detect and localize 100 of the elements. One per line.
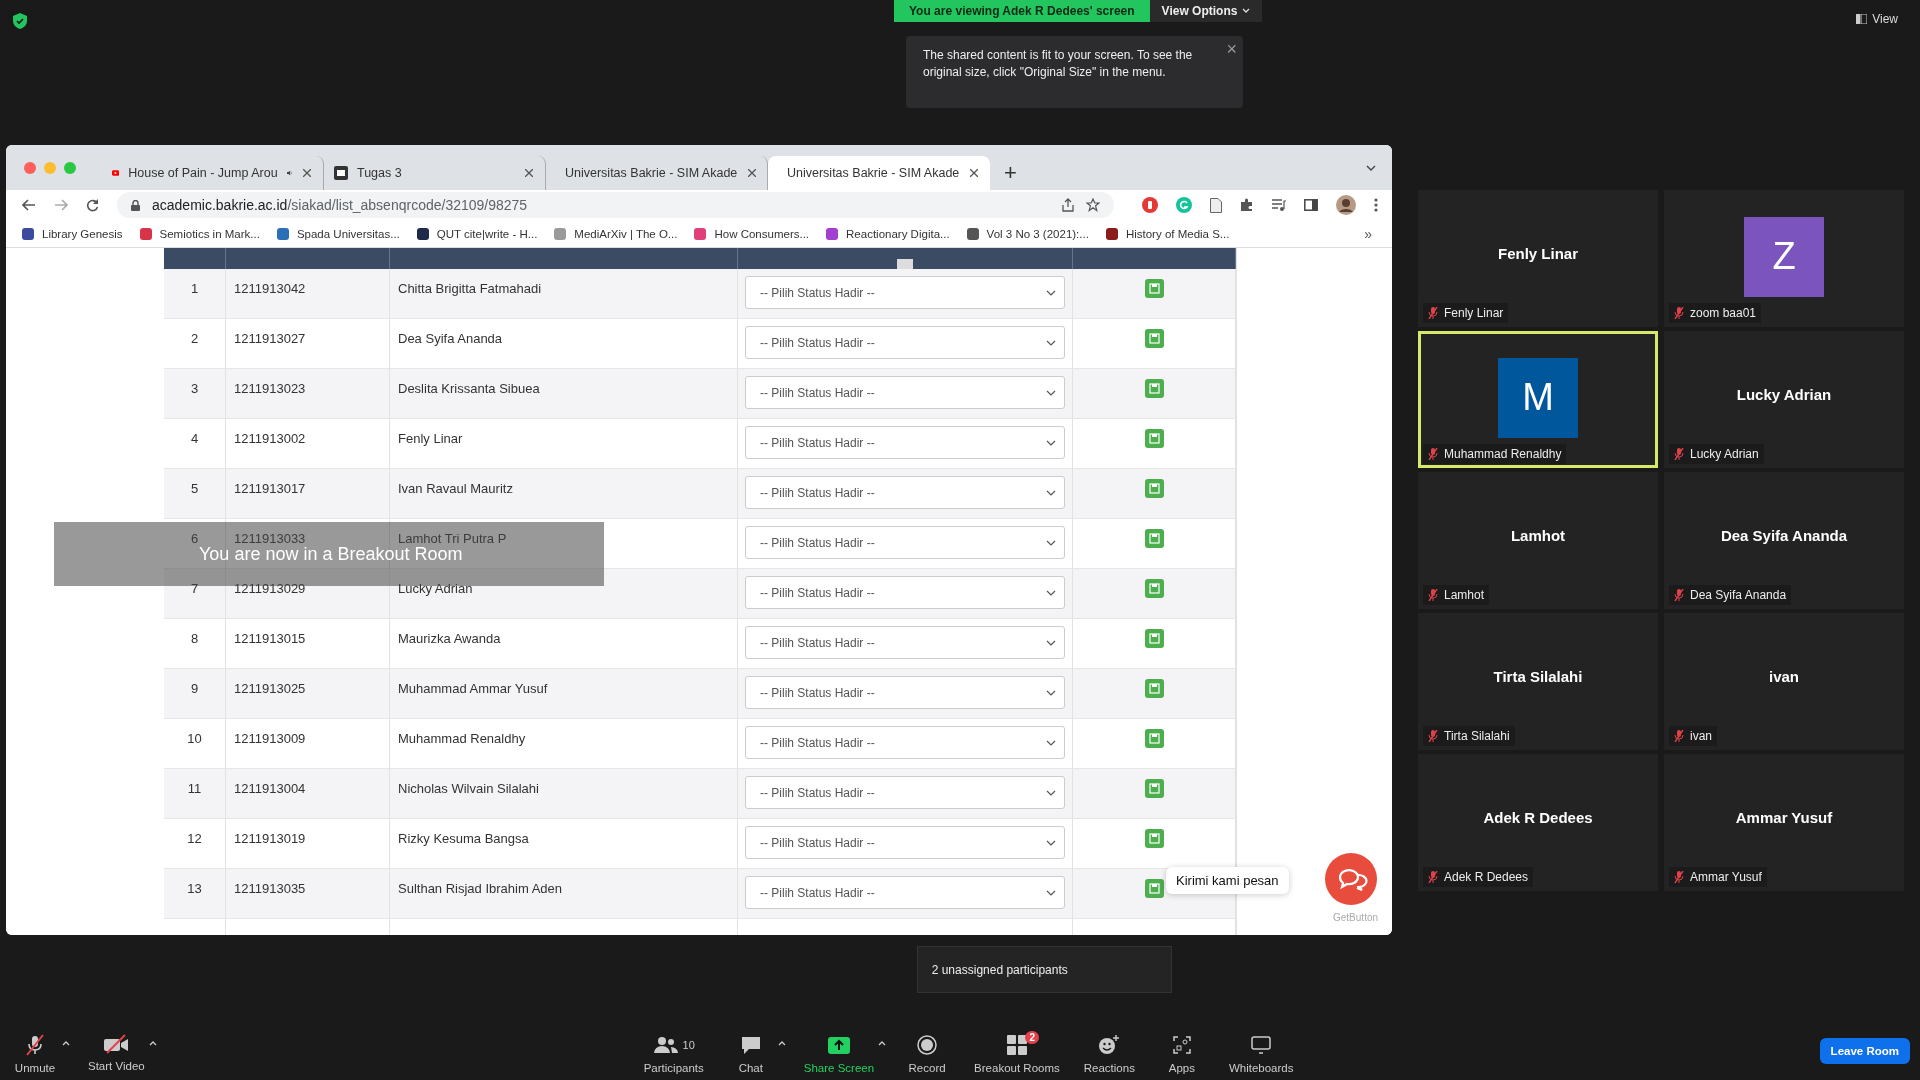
speaker-icon[interactable] bbox=[286, 168, 292, 178]
view-button[interactable]: View bbox=[1850, 11, 1904, 27]
camera-off-icon bbox=[103, 1034, 130, 1054]
toolbar-button[interactable]: Record bbox=[892, 1030, 963, 1074]
bookmark[interactable]: Library Genesis bbox=[22, 227, 123, 240]
status-dropdown[interactable]: -- Pilih Status Hadir -- bbox=[745, 476, 1065, 509]
participant-name: ivan bbox=[1769, 668, 1799, 685]
status-dropdown[interactable]: -- Pilih Status Hadir -- bbox=[745, 676, 1065, 709]
close-tab-button[interactable] bbox=[968, 167, 981, 179]
page-icon[interactable] bbox=[1210, 197, 1222, 213]
status-dropdown[interactable]: -- Pilih Status Hadir -- bbox=[745, 376, 1065, 409]
close-button[interactable]: × bbox=[1226, 39, 1237, 60]
puzzle-icon[interactable] bbox=[1240, 198, 1254, 212]
caret-up-icon[interactable] bbox=[148, 1040, 157, 1046]
lock-icon bbox=[131, 199, 140, 211]
toolbar-button[interactable]: Whiteboards bbox=[1216, 1030, 1306, 1074]
save-icon[interactable] bbox=[1144, 829, 1164, 848]
browser-tab[interactable]: House of Pain - Jump Arou bbox=[102, 156, 324, 190]
toolbar-button[interactable]: 2 Breakout Rooms bbox=[962, 1030, 1072, 1074]
caret-up-icon[interactable] bbox=[777, 1040, 786, 1046]
video-tile[interactable]: ivan ivan bbox=[1664, 613, 1904, 750]
more-bookmarks-button[interactable]: » bbox=[1358, 224, 1378, 243]
save-icon[interactable] bbox=[1144, 679, 1164, 698]
bookmark[interactable]: Vol 3 No 3 (2021):... bbox=[966, 227, 1089, 240]
save-icon[interactable] bbox=[1144, 329, 1164, 348]
status-dropdown[interactable]: -- Pilih Status Hadir -- bbox=[745, 776, 1065, 809]
status-dropdown[interactable]: -- Pilih Status Hadir -- bbox=[745, 276, 1065, 309]
bookmark[interactable]: History of Media S... bbox=[1105, 227, 1230, 240]
toolbar-button[interactable]: Apps bbox=[1146, 1030, 1217, 1074]
profile-avatar[interactable] bbox=[1336, 195, 1356, 215]
status-dropdown[interactable]: -- Pilih Status Hadir -- bbox=[745, 876, 1065, 909]
status-dropdown[interactable]: -- Pilih Status Hadir -- bbox=[745, 726, 1065, 759]
save-icon[interactable] bbox=[1144, 579, 1164, 598]
save-icon[interactable] bbox=[1144, 379, 1164, 398]
video-tile[interactable]: Adek R Dedees Adek R Dedees bbox=[1418, 754, 1658, 891]
toolbar-button[interactable]: Unmute bbox=[0, 1030, 70, 1074]
label-text: ivan bbox=[1690, 729, 1712, 743]
save-icon[interactable] bbox=[1144, 529, 1164, 548]
bookmark[interactable]: QUT cite|write - H... bbox=[416, 227, 538, 240]
more-icon[interactable] bbox=[1374, 198, 1378, 212]
video-tile[interactable]: Tirta Silalahi Tirta Silalahi bbox=[1418, 613, 1658, 750]
chat-bubbles-button[interactable] bbox=[1325, 853, 1377, 905]
new-tab-button[interactable]: + bbox=[990, 156, 1031, 190]
share-icon[interactable] bbox=[1062, 198, 1074, 212]
bookmark[interactable]: MediArXiv | The O... bbox=[554, 227, 678, 240]
save-icon[interactable] bbox=[1144, 629, 1164, 648]
close-tab-button[interactable] bbox=[746, 167, 759, 179]
save-icon[interactable] bbox=[1144, 279, 1164, 298]
caret-up-icon[interactable] bbox=[62, 1040, 70, 1046]
toolbar-button[interactable]: Chat bbox=[715, 1030, 786, 1074]
tab-title: Universitas Bakrie - SIM Akade bbox=[787, 166, 960, 180]
star-icon[interactable] bbox=[1086, 198, 1100, 212]
video-tile[interactable]: Ammar Yusuf Ammar Yusuf bbox=[1664, 754, 1904, 891]
save-icon[interactable] bbox=[1144, 879, 1164, 898]
g-circle-icon[interactable] bbox=[1176, 197, 1192, 213]
reload-icon[interactable] bbox=[86, 198, 99, 212]
save-icon[interactable] bbox=[1144, 729, 1164, 748]
chevron-down-icon[interactable] bbox=[1366, 164, 1376, 171]
caret-up-icon[interactable] bbox=[878, 1040, 887, 1046]
browser-tab[interactable]: Universitas Bakrie - SIM Akade bbox=[768, 156, 990, 190]
toolbar-button[interactable]: 10 Participants bbox=[631, 1030, 716, 1074]
table-cell: 1 bbox=[164, 269, 226, 318]
stop-sign-icon[interactable] bbox=[1142, 197, 1158, 213]
bookmark[interactable]: Reactionary Digita... bbox=[826, 227, 950, 240]
save-icon[interactable] bbox=[1144, 779, 1164, 798]
participant-count: 10 bbox=[682, 1039, 695, 1051]
video-tile[interactable]: M Muhammad Renaldhy bbox=[1418, 331, 1658, 468]
close-tab-button[interactable] bbox=[301, 167, 313, 179]
playlist-icon[interactable] bbox=[1272, 199, 1286, 211]
bookmark[interactable]: How Consumers... bbox=[694, 227, 810, 240]
view-options-button[interactable]: View Options bbox=[1149, 0, 1263, 22]
status-dropdown[interactable]: -- Pilih Status Hadir -- bbox=[745, 526, 1065, 559]
bookmark[interactable]: Spada Universitas... bbox=[276, 227, 400, 240]
video-tile[interactable]: Dea Syifa Ananda Dea Syifa Ananda bbox=[1664, 472, 1904, 609]
save-icon[interactable] bbox=[1144, 479, 1164, 498]
save-icon[interactable] bbox=[1144, 429, 1164, 448]
toolbar-button[interactable]: Share Screen bbox=[791, 1030, 887, 1074]
header-checkbox[interactable] bbox=[897, 259, 913, 269]
leave-room-button[interactable]: Leave Room bbox=[1819, 1038, 1910, 1064]
forward-icon[interactable] bbox=[54, 199, 68, 211]
video-tile[interactable]: Lucky Adrian Lucky Adrian bbox=[1664, 331, 1904, 468]
status-dropdown[interactable]: -- Pilih Status Hadir -- bbox=[745, 426, 1065, 459]
close-tab-button[interactable] bbox=[523, 167, 535, 179]
close-light-icon[interactable] bbox=[24, 161, 36, 174]
chat-prompt[interactable]: Kirimi kami pesan bbox=[1166, 867, 1289, 894]
bookmark[interactable]: Semiotics in Mark... bbox=[139, 227, 260, 240]
status-dropdown[interactable]: -- Pilih Status Hadir -- bbox=[745, 826, 1065, 859]
status-dropdown[interactable]: -- Pilih Status Hadir -- bbox=[745, 626, 1065, 659]
sidebar-icon[interactable] bbox=[1304, 199, 1318, 211]
status-dropdown[interactable]: -- Pilih Status Hadir -- bbox=[745, 576, 1065, 609]
address-bar[interactable]: academic.bakrie.ac.id/siakad/list_absenqrcode/32109/98275 bbox=[117, 192, 1114, 218]
back-icon[interactable] bbox=[22, 199, 36, 211]
status-dropdown[interactable]: -- Pilih Status Hadir -- bbox=[745, 326, 1065, 359]
video-tile[interactable]: Lamhot Lamhot bbox=[1418, 472, 1658, 609]
toolbar-button[interactable]: Reactions bbox=[1071, 1030, 1147, 1074]
chevron-down-icon bbox=[1046, 539, 1056, 546]
browser-tab[interactable]: Tugas 3 bbox=[324, 156, 546, 190]
video-tile[interactable]: Fenly Linar Fenly Linar bbox=[1418, 190, 1658, 327]
video-tile[interactable]: Z zoom baa01 bbox=[1664, 190, 1904, 327]
toolbar-button[interactable]: Start Video bbox=[76, 1030, 157, 1072]
